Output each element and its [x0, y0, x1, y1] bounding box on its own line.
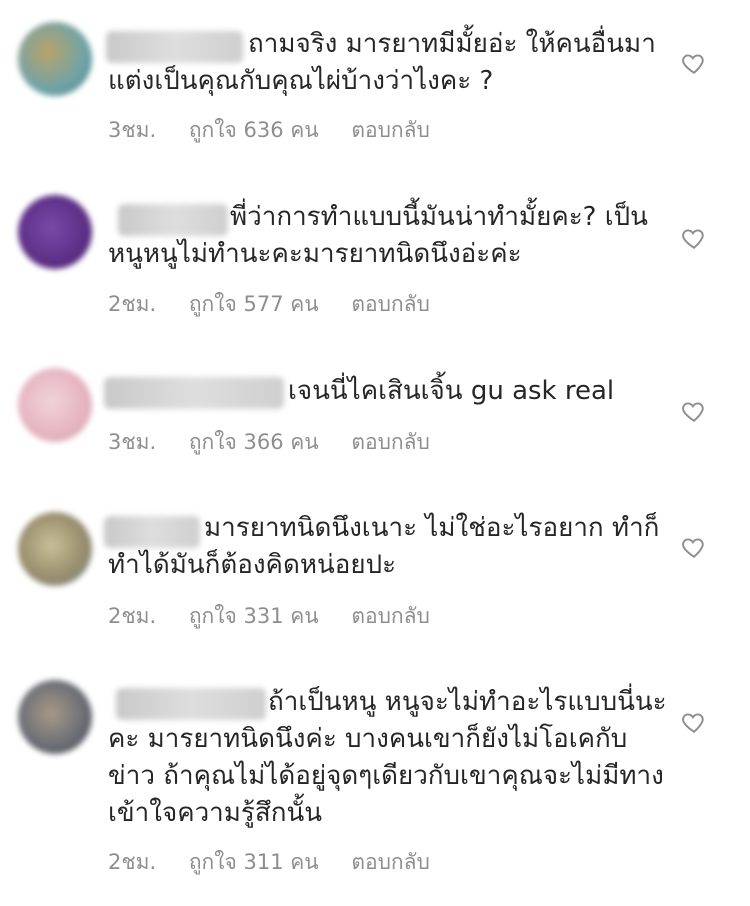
reply-link[interactable]: ตอบกลับ	[351, 604, 430, 628]
comment-meta: 2ชม. ถูกใจ 311 คน ตอบกลับ	[108, 846, 456, 879]
reply-link[interactable]: ตอบกลับ	[351, 292, 430, 316]
avatar[interactable]	[18, 680, 92, 754]
avatar[interactable]	[18, 368, 92, 442]
comment-text: เจนนี่ไคเสินเจิ้น gu ask real	[288, 376, 615, 406]
avatar[interactable]	[18, 22, 92, 96]
comment-time: 3ชม.	[108, 118, 157, 142]
heart-icon[interactable]	[681, 534, 707, 560]
likes-count[interactable]: ถูกใจ 311 คน	[189, 850, 319, 874]
comment-meta: 3ชม. ถูกใจ 366 คน ตอบกลับ	[108, 426, 456, 459]
comment-meta: 2ชม. ถูกใจ 331 คน ตอบกลับ	[108, 600, 456, 633]
avatar[interactable]	[18, 512, 92, 586]
reply-link[interactable]: ตอบกลับ	[351, 430, 430, 454]
comment-time: 3ชม.	[108, 430, 157, 454]
comment-text: มารยาทนิดนึงเนาะ ไม่ใช่อะไรอยาก ทำก็ทำได…	[108, 513, 660, 580]
comment: ถามจริง มารยาทมีมั้ยอ่ะ ให้คนอื่นมาแต่งเ…	[0, 0, 750, 170]
heart-icon[interactable]	[681, 398, 707, 424]
reply-link[interactable]: ตอบกลับ	[351, 850, 430, 874]
avatar[interactable]	[18, 195, 92, 269]
comment: ถ้าเป็นหนู หนูจะไม่ทำอะไรแบบนี่นะคะ มารย…	[0, 650, 750, 906]
comment-meta: 3ชม. ถูกใจ 636 คน ตอบกลับ	[108, 114, 456, 147]
heart-icon[interactable]	[681, 50, 707, 76]
likes-count[interactable]: ถูกใจ 331 คน	[189, 604, 319, 628]
comment-text: ถามจริง มารยาทมีมั้ยอ่ะ ให้คนอื่นมาแต่งเ…	[108, 29, 656, 96]
comment: พี่ว่าการทำแบบนี้มันน่าทำมั้ยคะ? เป็นหนู…	[0, 170, 750, 340]
reply-link[interactable]: ตอบกลับ	[351, 118, 430, 142]
comment-meta: 2ชม. ถูกใจ 577 คน ตอบกลับ	[108, 288, 456, 321]
comment-time: 2ชม.	[108, 292, 157, 316]
comment: มารยาทนิดนึงเนาะ ไม่ใช่อะไรอยาก ทำก็ทำได…	[0, 480, 750, 650]
likes-count[interactable]: ถูกใจ 636 คน	[189, 118, 319, 142]
comment: เจนนี่ไคเสินเจิ้น gu ask real 3ชม. ถูกใจ…	[0, 340, 750, 480]
comment-text: พี่ว่าการทำแบบนี้มันน่าทำมั้ยคะ? เป็นหนู…	[108, 202, 648, 269]
comment-text: ถ้าเป็นหนู หนูจะไม่ทำอะไรแบบนี่นะคะ มารย…	[108, 687, 667, 828]
heart-icon[interactable]	[681, 225, 707, 251]
comment-time: 2ชม.	[108, 850, 157, 874]
likes-count[interactable]: ถูกใจ 577 คน	[189, 292, 319, 316]
likes-count[interactable]: ถูกใจ 366 คน	[189, 430, 319, 454]
heart-icon[interactable]	[681, 709, 707, 735]
comment-time: 2ชม.	[108, 604, 157, 628]
